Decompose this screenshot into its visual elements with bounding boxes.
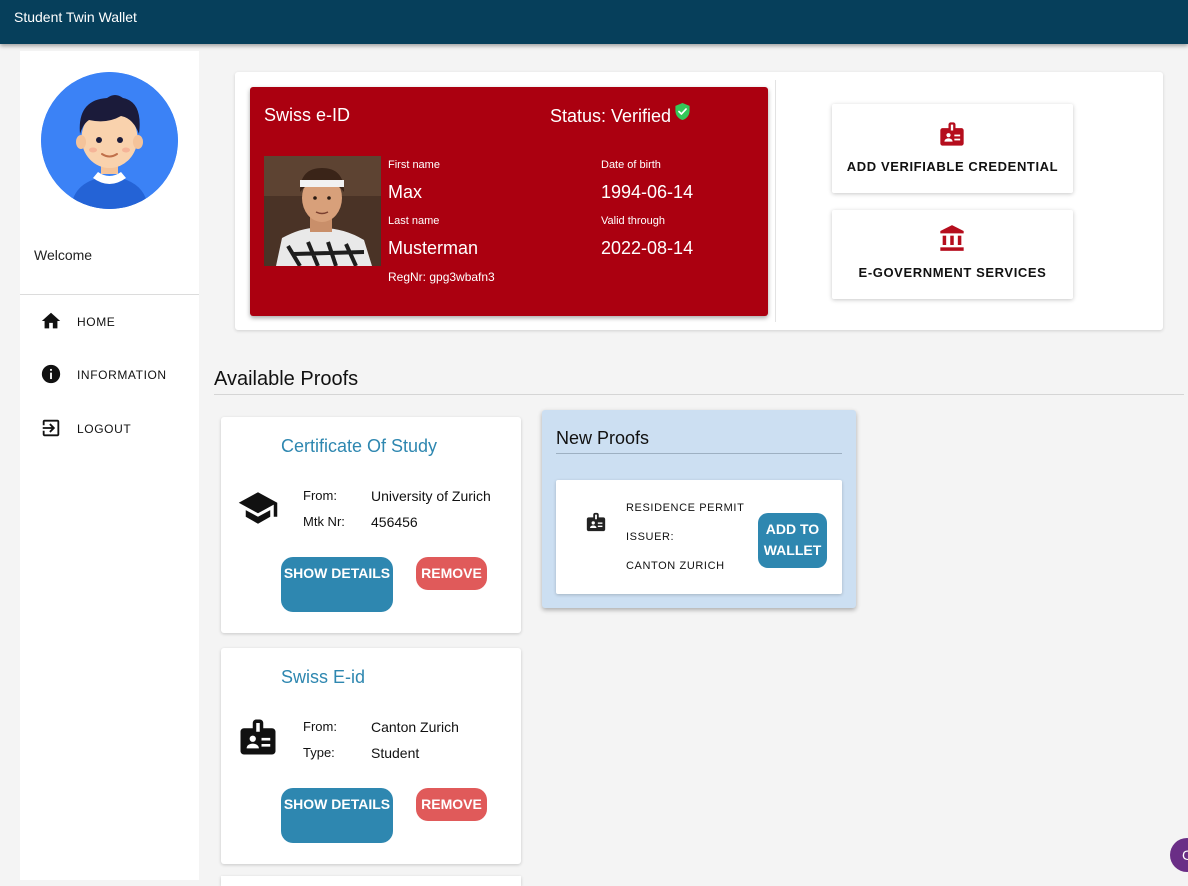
- proof-title: Certificate Of Study: [281, 436, 438, 456]
- sidebar-divider: [20, 294, 199, 295]
- graduation-cap-icon: [238, 492, 278, 524]
- proof-label-from: From:: [303, 488, 337, 503]
- last-name-label: Last name: [388, 215, 440, 227]
- reg-number: RegNr: gpg3wbafn3: [388, 270, 495, 284]
- proof-label-type: Type:: [303, 745, 335, 760]
- proof-label-from: From:: [303, 719, 337, 734]
- new-proof-issuer-label: ISSUER:: [626, 531, 675, 543]
- top-app-bar: Student Twin Wallet: [0, 0, 1188, 44]
- new-proofs-divider: [556, 453, 842, 454]
- proof-value-from: Canton Zurich: [371, 719, 459, 735]
- valid-through-value: 2022-08-14: [601, 238, 694, 258]
- sidebar-item-home[interactable]: HOME: [40, 309, 190, 335]
- sidebar-item-logout[interactable]: LOGOUT: [40, 416, 190, 442]
- first-name-label: First name: [388, 159, 440, 171]
- eid-photo: [264, 156, 381, 266]
- panel-divider: [775, 80, 776, 322]
- proof-card-partial: [221, 876, 521, 886]
- section-divider: [214, 394, 1184, 395]
- show-details-button[interactable]: SHOW DETAILS: [281, 557, 393, 612]
- add-to-wallet-button[interactable]: ADD TO WALLET: [758, 513, 827, 568]
- new-proofs-panel: New Proofs RESIDENCE PERMIT ISSUER: CANT…: [542, 410, 856, 608]
- available-proofs-title: Available Proofs: [214, 368, 359, 390]
- proof-card-certificate: Certificate Of Study From: University of…: [221, 417, 521, 633]
- proof-value-from: University of Zurich: [371, 488, 491, 504]
- eid-status: Status: Verified: [550, 106, 672, 126]
- first-name-value: Max: [388, 182, 423, 202]
- verified-shield-icon: [675, 103, 690, 120]
- welcome-text: Welcome: [34, 247, 93, 263]
- remove-button[interactable]: REMOVE: [416, 788, 487, 821]
- logout-icon: [42, 419, 60, 437]
- proof-value-mtk: 456456: [371, 514, 418, 530]
- sidebar-item-label: HOME: [77, 315, 116, 329]
- chat-button[interactable]: C: [1170, 838, 1188, 872]
- swiss-eid-card: Swiss e-ID Status: Verified First name M…: [250, 87, 768, 316]
- id-badge-icon: [940, 122, 964, 146]
- dob-label: Date of birth: [601, 159, 661, 171]
- home-icon: [41, 312, 61, 329]
- sidebar-item-information[interactable]: INFORMATION: [40, 362, 190, 388]
- new-proof-name: RESIDENCE PERMIT: [626, 502, 745, 514]
- new-proofs-title: New Proofs: [556, 428, 650, 448]
- new-proof-issuer: CANTON ZURICH: [626, 560, 725, 572]
- new-proof-card: RESIDENCE PERMIT ISSUER: CANTON ZURICH A…: [556, 480, 842, 594]
- add-credential-label: ADD VERIFIABLE CREDENTIAL: [846, 159, 1059, 174]
- last-name-value: Musterman: [388, 238, 479, 258]
- egov-label: E-GOVERNMENT SERVICES: [858, 265, 1047, 280]
- portrait-photo-icon: [264, 156, 381, 266]
- id-badge-icon: [240, 719, 276, 755]
- avatar-illustration-icon: [41, 72, 178, 209]
- chat-button-label: C: [1182, 847, 1188, 863]
- id-badge-icon: [586, 512, 606, 532]
- remove-button[interactable]: REMOVE: [416, 557, 487, 590]
- info-icon: [41, 364, 61, 384]
- valid-through-label: Valid through: [601, 215, 666, 227]
- proof-title: Swiss E-id: [281, 667, 366, 687]
- add-verifiable-credential-button[interactable]: ADD VERIFIABLE CREDENTIAL: [832, 104, 1073, 193]
- proof-card-swiss-eid: Swiss E-id From: Canton Zurich Type: Stu…: [221, 648, 521, 864]
- government-building-icon: [940, 225, 964, 251]
- app-title: Student Twin Wallet: [14, 9, 137, 25]
- show-details-button[interactable]: SHOW DETAILS: [281, 788, 393, 843]
- sidebar-item-label: LOGOUT: [77, 422, 132, 436]
- proof-value-type: Student: [371, 745, 420, 761]
- e-government-services-button[interactable]: E-GOVERNMENT SERVICES: [832, 210, 1073, 299]
- sidebar-item-label: INFORMATION: [77, 368, 167, 382]
- avatar: [41, 72, 178, 209]
- proof-label-mtk: Mtk Nr:: [303, 514, 345, 529]
- sidebar: Welcome HOME INFORMATION LOGOUT: [20, 51, 199, 880]
- eid-title: Swiss e-ID: [264, 105, 351, 125]
- dob-value: 1994-06-14: [601, 182, 694, 202]
